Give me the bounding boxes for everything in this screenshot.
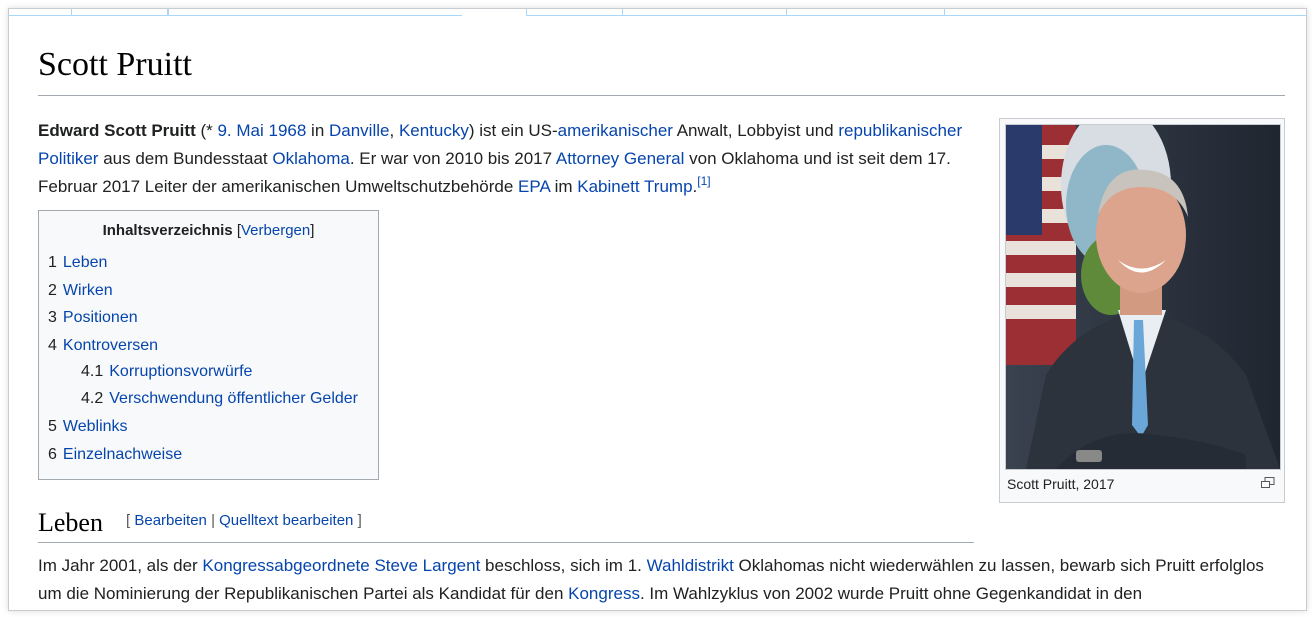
toc-number: 4.2 [81,390,104,407]
toc-bracket: ] [310,222,315,239]
link-amerikanischer[interactable]: amerikanischer [558,121,673,140]
source-edit-button[interactable]: Quelltext bearbeiten [219,512,353,529]
toc-number: 3 [48,309,57,326]
section-heading-leben: Leben [38,508,103,537]
toc-number: 5 [48,418,57,435]
intro-text: Anwalt, Lobbyist und [672,121,839,140]
title-divider [38,95,1285,96]
toc-title: Inhaltsverzeichnis [102,222,233,239]
link-steve-largent[interactable]: Steve Largent [374,556,480,575]
link-danville[interactable]: Danville [329,121,389,140]
toc-link[interactable]: Weblinks [63,418,128,435]
link-kongressabgeordnete[interactable]: Kongressabgeordnete [202,556,369,575]
toc-item-einzelnachweise[interactable]: 6 Einzelnachweise [39,441,378,469]
toc-list: 1 Leben 2 Wirken 3 Positionen 4 Kontroversen… [39,249,378,468]
intro-text: aus dem Bundesstaat [98,149,273,168]
toc-header: Inhaltsverzeichnis [Verbergen] [39,222,378,239]
link-attorney-general[interactable]: Attorney General [556,149,685,168]
body-text: . Im Wahlzyklus von 2002 wurde Pruitt oh… [639,584,1143,603]
body-text: Im Jahr 2001, als der [38,556,203,575]
toc-item-korruptionsvorwuerfe[interactable]: 4.1 Korruptionsvorwürfe [39,359,378,386]
toc-link[interactable]: Wirken [63,282,113,299]
intro-paragraph: Edward Scott Pruitt (* 9. Mai 1968 in Da… [38,117,978,201]
toc-item-weblinks[interactable]: 5 Weblinks [39,413,378,441]
toc-item-positionen[interactable]: 3 Positionen [39,304,378,332]
link-kongress[interactable]: Kongress [568,584,640,603]
image-caption: Scott Pruitt, 2017 [1007,476,1115,492]
edit-separator: | [206,512,220,529]
toc-number: 4 [48,336,57,354]
tab-article[interactable] [71,9,169,15]
edit-button[interactable]: Bearbeiten [134,512,207,529]
table-of-contents: Inhaltsverzeichnis [Verbergen] 1 Leben 2W… [38,210,379,480]
infobox: Scott Pruitt, 2017 [999,118,1285,503]
toc-item-kontroversen[interactable]: 4 Kontroversen [39,332,378,360]
reference-link[interactable]: [1] [697,174,710,188]
person-name: Edward Scott Pruitt [38,121,196,140]
toc-link[interactable]: Korruptionsvorwürfe [109,363,252,380]
intro-text: in [306,121,329,140]
toc-number: 6 [48,445,57,463]
edit-section-links: [ Bearbeiten | Quelltext bearbeiten ] [126,512,362,529]
tab-history[interactable] [944,9,1305,15]
toc-item-verschwendung[interactable]: 4.2 Verschwendung öffentlicher Gelder [39,386,378,413]
tab-discussion[interactable] [167,9,462,15]
intro-text: (* [195,121,218,140]
toc-link[interactable]: Positionen [63,309,138,326]
link-kabinett-trump[interactable]: Kabinett Trump [577,177,692,196]
tab-edit[interactable] [622,9,787,15]
link-birth-date[interactable]: 9. Mai 1968 [217,121,306,140]
tab-bar [9,9,1306,17]
toc-bracket: [ [232,222,241,239]
intro-text: , [389,121,399,140]
toc-number: 2 [48,281,57,299]
article-frame: Scott Pruitt Edward Scott Pruitt (* 9. M… [8,8,1307,611]
magnify-icon[interactable] [1261,476,1275,488]
toc-number: 4.1 [81,363,104,380]
leben-paragraph: Im Jahr 2001, als der Kongressabgeordnet… [38,552,1288,608]
tab-active-gap [462,9,526,17]
body-text: beschloss, sich im 1. [480,556,647,575]
portrait-image[interactable] [1005,124,1281,470]
intro-text: . Er war von 2010 bis 2017 [349,149,556,168]
toc-number: 1 [48,254,57,271]
toc-link[interactable]: Leben [63,254,108,271]
tab-read[interactable] [526,9,623,15]
tab-source-edit[interactable] [786,9,945,15]
link-epa[interactable]: EPA [518,177,550,196]
link-wahldistrikt[interactable]: Wahldistrikt [647,556,734,575]
toc-item-leben[interactable]: 1 Leben [39,249,378,277]
toc-link[interactable]: Verschwendung öffentlicher Gelder [109,390,358,407]
link-kentucky[interactable]: Kentucky [399,121,469,140]
toc-toggle-button[interactable]: Verbergen [241,222,310,239]
section-divider [38,542,974,543]
edit-bracket: ] [353,512,362,529]
toc-link[interactable]: Kontroversen [63,337,158,354]
intro-text: ) ist ein US- [468,121,558,140]
intro-text: im [549,177,578,196]
toc-item-wirken[interactable]: 2 Wirken [39,277,378,305]
page-title: Scott Pruitt [38,46,192,83]
link-oklahoma[interactable]: Oklahoma [272,149,349,168]
toc-link[interactable]: Einzelnachweise [63,446,182,463]
